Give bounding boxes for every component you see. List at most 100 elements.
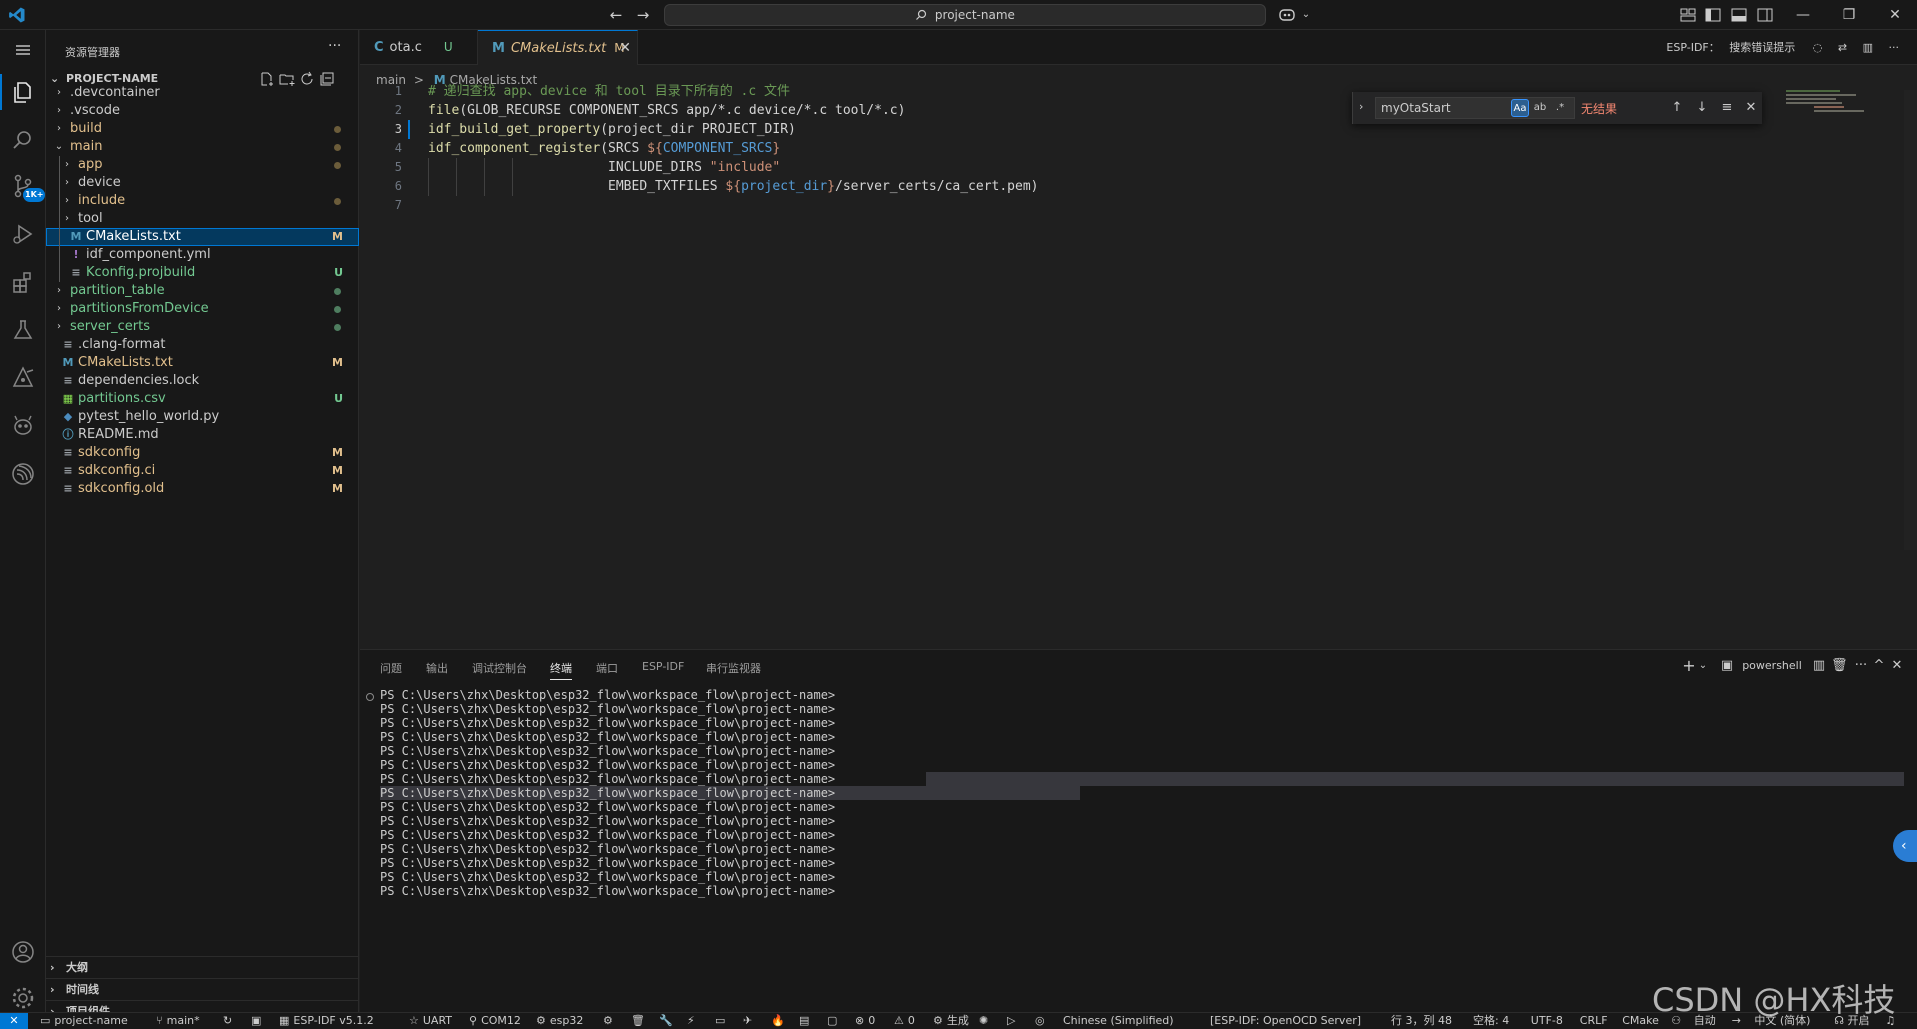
use-regex-toggle[interactable]: .*: [1551, 99, 1569, 117]
tab-ota-c[interactable]: Cota.c U: [360, 30, 478, 65]
copilot-dropdown-icon[interactable]: ⌄: [1296, 5, 1316, 25]
panel-tab-1[interactable]: 输出: [426, 660, 448, 676]
minimize-button[interactable]: —: [1791, 4, 1815, 26]
status-item-left-8[interactable]: ⚙: [603, 1013, 613, 1029]
more-actions-icon[interactable]: ···: [1889, 41, 1900, 54]
tree-item-partitions-csv[interactable]: ▦ partitions.csv U: [46, 390, 359, 408]
status-item-left-2[interactable]: ↻: [223, 1013, 232, 1029]
run-debug-icon[interactable]: [9, 220, 37, 248]
manage-gear-icon[interactable]: [9, 984, 37, 1012]
nav-back-button[interactable]: ←: [606, 5, 626, 25]
split-terminal-icon[interactable]: ▥: [1811, 656, 1827, 676]
extensions-icon[interactable]: [9, 268, 37, 296]
compare-changes-icon[interactable]: ⇄: [1838, 41, 1847, 54]
tree-item-kconfig-projbuild[interactable]: ≡ Kconfig.projbuild U: [46, 264, 359, 282]
tree-item-dependencies-lock[interactable]: ≡ dependencies.lock: [46, 372, 359, 390]
status-item-left-15[interactable]: ▤: [799, 1013, 809, 1029]
eye-off-icon[interactable]: ◌: [1813, 41, 1823, 54]
editor-scrollbar[interactable]: [1904, 90, 1917, 550]
tree-item--devcontainer[interactable]: › .devcontainer: [46, 84, 359, 102]
status-item-left-13[interactable]: ✈: [743, 1013, 752, 1029]
split-editor-icon[interactable]: ▥: [1863, 41, 1873, 54]
status-item-left-23[interactable]: Chinese (Simplified): [1063, 1013, 1174, 1029]
panel-tab-2[interactable]: 调试控制台: [472, 660, 527, 676]
status-item-right-0[interactable]: [ESP-IDF: OpenOCD Server]: [1210, 1013, 1361, 1029]
panel-tab-0[interactable]: 问题: [380, 660, 402, 676]
espressif-icon[interactable]: [9, 460, 37, 488]
search-icon[interactable]: [9, 126, 37, 154]
minimap[interactable]: [1786, 90, 1876, 120]
status-item-left-20[interactable]: ✺: [979, 1013, 988, 1029]
outline-section-header[interactable]: › 大纲: [46, 956, 359, 978]
menu-icon[interactable]: [13, 40, 33, 60]
close-find-button[interactable]: ✕: [1742, 99, 1760, 117]
status-item-left-22[interactable]: ◎: [1035, 1013, 1045, 1029]
terminal-shell-label[interactable]: powershell: [1737, 656, 1807, 676]
status-item-left-11[interactable]: ⚡: [687, 1013, 695, 1029]
code-editor[interactable]: 1 # 递归查找 app、device 和 tool 目录下所有的 .c 文件 2 f…: [360, 84, 1917, 648]
customize-layout-icon[interactable]: [1679, 6, 1697, 24]
tree-item-partitionsfromdevice[interactable]: › partitionsFromDevice: [46, 300, 359, 318]
accounts-icon[interactable]: [9, 938, 37, 966]
tree-item-app[interactable]: › app: [46, 156, 359, 174]
status-item-right-3[interactable]: UTF-8: [1531, 1013, 1563, 1029]
tree-item-sdkconfig[interactable]: ≡ sdkconfig M: [46, 444, 359, 462]
toggle-primary-sidebar-icon[interactable]: [1704, 6, 1722, 24]
status-item-left-9[interactable]: 🗑: [631, 1013, 645, 1029]
tree-item-readme-md[interactable]: ⓘ README.md: [46, 426, 359, 444]
status-item-left-5[interactable]: ☆ UART: [409, 1013, 452, 1029]
status-item-left-3[interactable]: ▣: [251, 1013, 261, 1029]
chat-toggle-chevron-icon[interactable]: ‹: [1893, 830, 1917, 862]
panel-tab-3[interactable]: 终端: [550, 660, 572, 680]
status-item-left-12[interactable]: ▭: [715, 1013, 725, 1029]
restore-button[interactable]: ❐: [1837, 4, 1861, 26]
timeline-section-header[interactable]: › 时间线: [46, 978, 359, 1000]
tree-item--clang-format[interactable]: ≡ .clang-format: [46, 336, 359, 354]
tree-item-include[interactable]: › include: [46, 192, 359, 210]
status-item-right-2[interactable]: 空格: 4: [1473, 1013, 1509, 1029]
new-terminal-dropdown-icon[interactable]: ⌄: [1697, 656, 1709, 676]
toggle-panel-icon[interactable]: [1730, 6, 1748, 24]
status-item-right-4[interactable]: CRLF: [1580, 1013, 1608, 1029]
tree-item-idf-component-yml[interactable]: ! idf_component.yml: [46, 246, 359, 264]
esp-idf-explorer-icon[interactable]: [9, 364, 37, 392]
tab-cmakelists[interactable]: M CMakeLists.txt M ✕: [478, 30, 638, 65]
status-item-left-16[interactable]: ▢: [827, 1013, 837, 1029]
status-item-left-17[interactable]: ⊗ 0: [855, 1013, 875, 1029]
search-error-hint-button[interactable]: 搜索错误提示: [1729, 41, 1795, 54]
status-item-left-10[interactable]: 🔧: [659, 1013, 673, 1029]
tree-item-pytest-hello-world-py[interactable]: ◆ pytest_hello_world.py: [46, 408, 359, 426]
maximize-panel-icon[interactable]: ^: [1871, 656, 1887, 676]
tree-item-main[interactable]: ⌄ main: [46, 138, 359, 156]
match-whole-word-toggle[interactable]: ab: [1531, 99, 1549, 117]
tree-item-partition-table[interactable]: › partition_table: [46, 282, 359, 300]
status-item-left-18[interactable]: ⚠ 0: [894, 1013, 915, 1029]
tree-item--vscode[interactable]: › .vscode: [46, 102, 359, 120]
close-window-button[interactable]: ✕: [1883, 4, 1907, 26]
tree-item-cmakelists-txt[interactable]: M CMakeLists.txt M: [46, 228, 359, 246]
status-item-left-1[interactable]: ⑂ main*: [156, 1013, 200, 1029]
status-item-left-0[interactable]: ▭ project-name: [40, 1013, 128, 1029]
copilot-icon[interactable]: [1278, 6, 1296, 24]
tree-item-tool[interactable]: › tool: [46, 210, 359, 228]
tree-item-cmakelists-txt[interactable]: M CMakeLists.txt M: [46, 354, 359, 372]
status-item-left-14[interactable]: 🔥: [771, 1013, 785, 1029]
status-item-right-1[interactable]: 行 3，列 48: [1391, 1013, 1452, 1029]
find-in-selection-button[interactable]: ≡: [1718, 99, 1736, 117]
tree-item-sdkconfig-old[interactable]: ≡ sdkconfig.old M: [46, 480, 359, 498]
tree-item-sdkconfig-ci[interactable]: ≡ sdkconfig.ci M: [46, 462, 359, 480]
tree-item-device[interactable]: › device: [46, 174, 359, 192]
status-item-left-6[interactable]: ⚲ COM12: [469, 1013, 521, 1029]
panel-tab-5[interactable]: ESP-IDF: [642, 660, 684, 673]
kill-terminal-icon[interactable]: 🗑: [1831, 656, 1848, 676]
source-control-icon[interactable]: 1K+: [9, 172, 46, 202]
panel-tab-6[interactable]: 串行监视器: [706, 660, 761, 676]
vscode-logo-icon[interactable]: [8, 6, 26, 24]
remote-indicator-icon[interactable]: ✕: [0, 1013, 28, 1029]
toggle-replace-chevron-icon[interactable]: ›: [1359, 100, 1363, 113]
panel-more-icon[interactable]: ···: [1853, 656, 1869, 676]
status-item-left-21[interactable]: ▷: [1007, 1013, 1015, 1029]
command-center-search[interactable]: project-name: [664, 4, 1266, 26]
close-panel-icon[interactable]: ✕: [1889, 656, 1905, 676]
panel-tab-4[interactable]: 端口: [596, 660, 618, 676]
